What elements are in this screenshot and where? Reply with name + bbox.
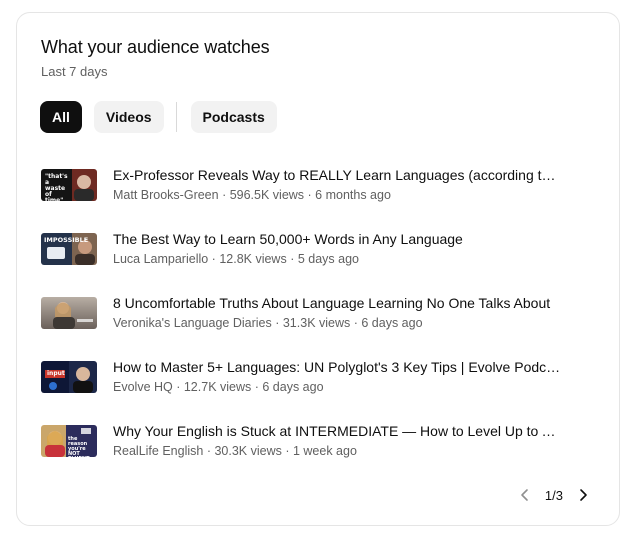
video-age: 5 days ago [297,252,359,266]
video-views: 12.8K views [219,252,287,266]
video-title[interactable]: Ex-Professor Reveals Way to REALLY Learn… [113,166,561,184]
video-views: 31.3K views [282,316,351,330]
video-views: 30.3K views [214,444,282,458]
chip-podcasts[interactable]: Podcasts [190,101,277,133]
video-meta: Why Your English is Stuck at INTERMEDIAT… [113,422,561,460]
video-row[interactable]: IMPOSSIBLE The Best Way to Learn 50,000+… [41,230,601,296]
video-views: 12.7K views [183,380,252,394]
video-meta: How to Master 5+ Languages: UN Polyglot'… [113,358,561,396]
thumbnail-text: input [47,370,65,377]
thumbnail-art [45,367,93,393]
video-subline: Luca Lampariello · 12.8K views · 5 days … [113,252,359,266]
video-title[interactable]: The Best Way to Learn 50,000+ Words in A… [113,230,561,248]
video-age: 1 week ago [292,444,357,458]
card-subtitle: Last 7 days [41,64,108,79]
chevron-left-icon [521,489,528,501]
video-meta: 8 Uncomfortable Truths About Language Le… [113,294,561,332]
thumbnail-text: the reason you're NOT FLUENT [68,436,90,458]
chip-divider [175,102,177,132]
video-row[interactable]: "that's a waste of time" Ex-Professor Re… [41,166,601,232]
video-subline: Veronika's Language Diaries · 31.3K view… [113,316,423,330]
video-age: 6 days ago [262,380,324,394]
video-title[interactable]: 8 Uncomfortable Truths About Language Le… [113,294,561,312]
video-row[interactable]: 8 Uncomfortable Truths About Language Le… [41,294,601,360]
video-thumbnail[interactable] [41,297,97,329]
video-age: 6 days ago [361,316,423,330]
video-row[interactable]: input How to Master 5+ Languages: UN Pol… [41,358,601,424]
video-channel[interactable]: Luca Lampariello [113,252,208,266]
video-subline: Evolve HQ · 12.7K views · 6 days ago [113,380,324,394]
pagination: 1/3 [515,485,593,505]
video-title[interactable]: Why Your English is Stuck at INTERMEDIAT… [113,422,561,440]
video-thumbnail[interactable]: the reason you're NOT FLUENT [41,425,97,457]
video-age: 6 months ago [315,188,391,202]
video-thumbnail[interactable]: "that's a waste of time" [41,169,97,201]
thumbnail-art [53,302,93,329]
video-channel[interactable]: RealLife English [113,444,203,458]
video-row[interactable]: the reason you're NOT FLUENT Why Your En… [41,422,601,488]
video-subline: RealLife English · 30.3K views · 1 week … [113,444,357,458]
video-thumbnail[interactable]: input [41,361,97,393]
chip-videos[interactable]: Videos [93,101,164,133]
filter-chips: All Videos Podcasts [40,101,277,133]
video-meta: The Best Way to Learn 50,000+ Words in A… [113,230,561,268]
audience-watches-card: What your audience watches Last 7 days A… [16,12,620,526]
video-thumbnail[interactable]: IMPOSSIBLE [41,233,97,265]
thumbnail-text: IMPOSSIBLE [44,236,89,244]
next-page-button[interactable] [573,485,593,505]
video-views: 596.5K views [229,188,305,202]
thumbnail-text: "that's a waste of time" [45,173,68,202]
video-title[interactable]: How to Master 5+ Languages: UN Polyglot'… [113,358,561,376]
prev-page-button[interactable] [515,485,535,505]
page-indicator: 1/3 [544,487,563,503]
card-title: What your audience watches [41,37,270,57]
video-channel[interactable]: Matt Brooks-Green [113,188,219,202]
video-subline: Matt Brooks-Green · 596.5K views · 6 mon… [113,188,391,202]
video-channel[interactable]: Veronika's Language Diaries [113,316,272,330]
chevron-right-icon [580,489,587,501]
video-meta: Ex-Professor Reveals Way to REALLY Learn… [113,166,561,204]
video-channel[interactable]: Evolve HQ [113,380,173,394]
chip-all[interactable]: All [40,101,82,133]
video-list: "that's a waste of time" Ex-Professor Re… [41,166,601,488]
